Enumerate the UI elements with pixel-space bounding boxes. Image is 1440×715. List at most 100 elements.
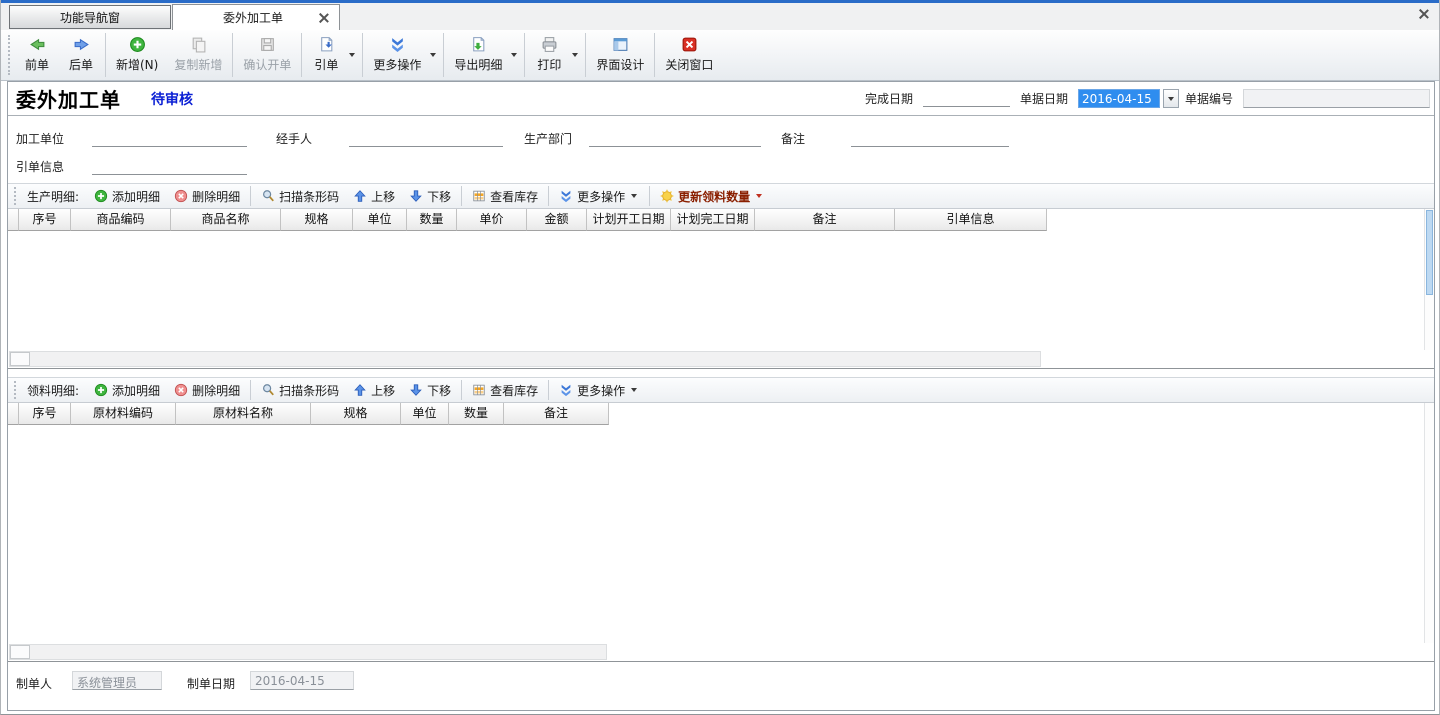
toolbar-grip[interactable] [8,35,11,75]
maker-field: 系统管理员 [72,671,162,690]
finish-date-label: 完成日期 [865,90,913,107]
row-indicator-header [8,403,19,425]
make-date-field: 2016-04-15 [250,671,354,690]
column-header[interactable]: 数量 [407,209,457,231]
column-header[interactable]: 备注 [504,403,609,425]
toolbar-grip[interactable] [14,381,17,399]
column-header[interactable]: 单价 [457,209,527,231]
processor-label: 加工单位 [16,130,64,147]
production-add-row-button[interactable]: 添加明细 [87,184,167,208]
tab-close-icon[interactable] [319,13,329,23]
production-more-actions-button[interactable]: 更多操作 [552,184,646,208]
production-view-stock-button[interactable]: 查看库存 [465,184,545,208]
column-header[interactable]: 原材料名称 [176,403,311,425]
confirm-open-button[interactable]: 确认开单 [235,32,299,79]
pull-doc-icon [318,36,335,53]
next-bill-button[interactable]: 后单 [59,32,103,79]
materials-view-stock-button[interactable]: 查看库存 [465,378,545,402]
dropdown-arrow-icon[interactable] [349,53,355,57]
column-header[interactable]: 序号 [19,403,71,425]
column-header[interactable]: 序号 [19,209,71,231]
column-header[interactable]: 金额 [527,209,587,231]
column-header[interactable]: 商品名称 [171,209,281,231]
main-toolbar: 前单 后单 新增(N) 复制新增 确认开单 引单 更多操作 导出明细 打印 [1,30,1439,81]
production-table-header: 序号 商品编码 商品名称 规格 单位 数量 单价 金额 计划开工日期 计划完工日… [8,209,1047,231]
add-new-button[interactable]: 新增(N) [108,32,166,79]
materials-scan-barcode-button[interactable]: 扫描条形码 [254,378,346,402]
production-vertical-scrollbar[interactable] [1424,209,1434,350]
more-actions-button[interactable]: 更多操作 [365,32,429,79]
bill-no-field[interactable] [1243,89,1430,108]
remark-field[interactable] [851,130,1009,147]
window-close-icon[interactable] [1419,9,1429,19]
column-header[interactable]: 备注 [755,209,895,231]
scrollbar-thumb[interactable] [10,645,30,659]
dropdown-arrow-icon[interactable] [430,53,436,57]
copy-add-button[interactable]: 复制新增 [166,32,230,79]
column-header[interactable]: 单位 [353,209,407,231]
bill-date-label: 单据日期 [1020,90,1068,107]
column-header[interactable]: 原材料编码 [71,403,176,425]
handler-field[interactable] [349,130,503,147]
bill-date-dropdown-button[interactable] [1163,89,1179,108]
document-panel: 委外加工单 待审核 完成日期 单据日期 2016-04-15 单据编号 加工单位… [7,81,1435,711]
materials-table-body[interactable] [8,425,1424,643]
finish-date-field[interactable] [923,90,1010,107]
scrollbar-thumb[interactable] [10,352,30,366]
toolbar-grip[interactable] [14,187,17,205]
materials-more-actions-button[interactable]: 更多操作 [552,378,646,402]
barcode-scan-icon [261,383,275,397]
arrow-right-icon [73,36,90,53]
document-header: 委外加工单 待审核 完成日期 单据日期 2016-04-15 单据编号 [8,82,1434,116]
scrollbar-thumb[interactable] [1426,210,1433,295]
production-delete-row-button[interactable]: 删除明细 [167,184,247,208]
materials-add-row-button[interactable]: 添加明细 [87,378,167,402]
tab-outsourced-processing-order[interactable]: 委外加工单 [172,4,340,30]
column-header[interactable]: 引单信息 [895,209,1047,231]
processor-field[interactable] [92,130,247,147]
column-header[interactable]: 计划开工日期 [587,209,671,231]
ref-info-label: 引单信息 [16,158,64,175]
column-header[interactable]: 单位 [401,403,449,425]
bill-date-field[interactable]: 2016-04-15 [1078,89,1160,108]
production-section-label: 生产明细: [27,188,79,205]
export-detail-button[interactable]: 导出明细 [446,32,510,79]
toolbar-separator [232,33,233,77]
ref-info-field[interactable] [92,158,247,175]
maker-label: 制单人 [16,675,52,692]
column-header[interactable]: 数量 [449,403,504,425]
toolbar-separator [301,33,302,77]
department-field[interactable] [589,130,761,147]
materials-vertical-scrollbar[interactable] [1424,403,1434,643]
app-window: { "tabs": { "nav_tab": "功能导航窗", "doc_tab… [0,0,1440,715]
printer-icon [541,36,558,53]
production-scan-barcode-button[interactable]: 扫描条形码 [254,184,346,208]
column-header[interactable]: 规格 [281,209,353,231]
close-window-button[interactable]: 关闭窗口 [657,32,721,79]
tab-function-navigation[interactable]: 功能导航窗 [9,5,171,29]
materials-move-down-button[interactable]: 下移 [402,378,458,402]
column-header[interactable]: 商品编码 [71,209,171,231]
production-table-body[interactable] [8,231,1424,350]
materials-horizontal-scrollbar[interactable] [9,644,607,660]
refresh-sun-icon [660,189,674,203]
column-header[interactable]: 规格 [311,403,401,425]
materials-move-up-button[interactable]: 上移 [346,378,402,402]
prev-bill-button[interactable]: 前单 [15,32,59,79]
pull-order-button[interactable]: 引单 [304,32,348,79]
dropdown-arrow-icon[interactable] [572,53,578,57]
update-material-qty-button[interactable]: 更新领料数量 [653,184,771,208]
production-horizontal-scrollbar[interactable] [9,351,1041,367]
toolbar-separator [443,33,444,77]
barcode-scan-icon [261,189,275,203]
column-header[interactable]: 计划完工日期 [671,209,755,231]
dropdown-arrow-icon[interactable] [511,53,517,57]
remark-label: 备注 [781,130,805,147]
production-move-up-button[interactable]: 上移 [346,184,402,208]
materials-section-label: 领料明细: [27,382,79,399]
ui-design-button[interactable]: 界面设计 [588,32,652,79]
toolbar-separator [524,33,525,77]
print-button[interactable]: 打印 [527,32,571,79]
materials-delete-row-button[interactable]: 删除明细 [167,378,247,402]
production-move-down-button[interactable]: 下移 [402,184,458,208]
